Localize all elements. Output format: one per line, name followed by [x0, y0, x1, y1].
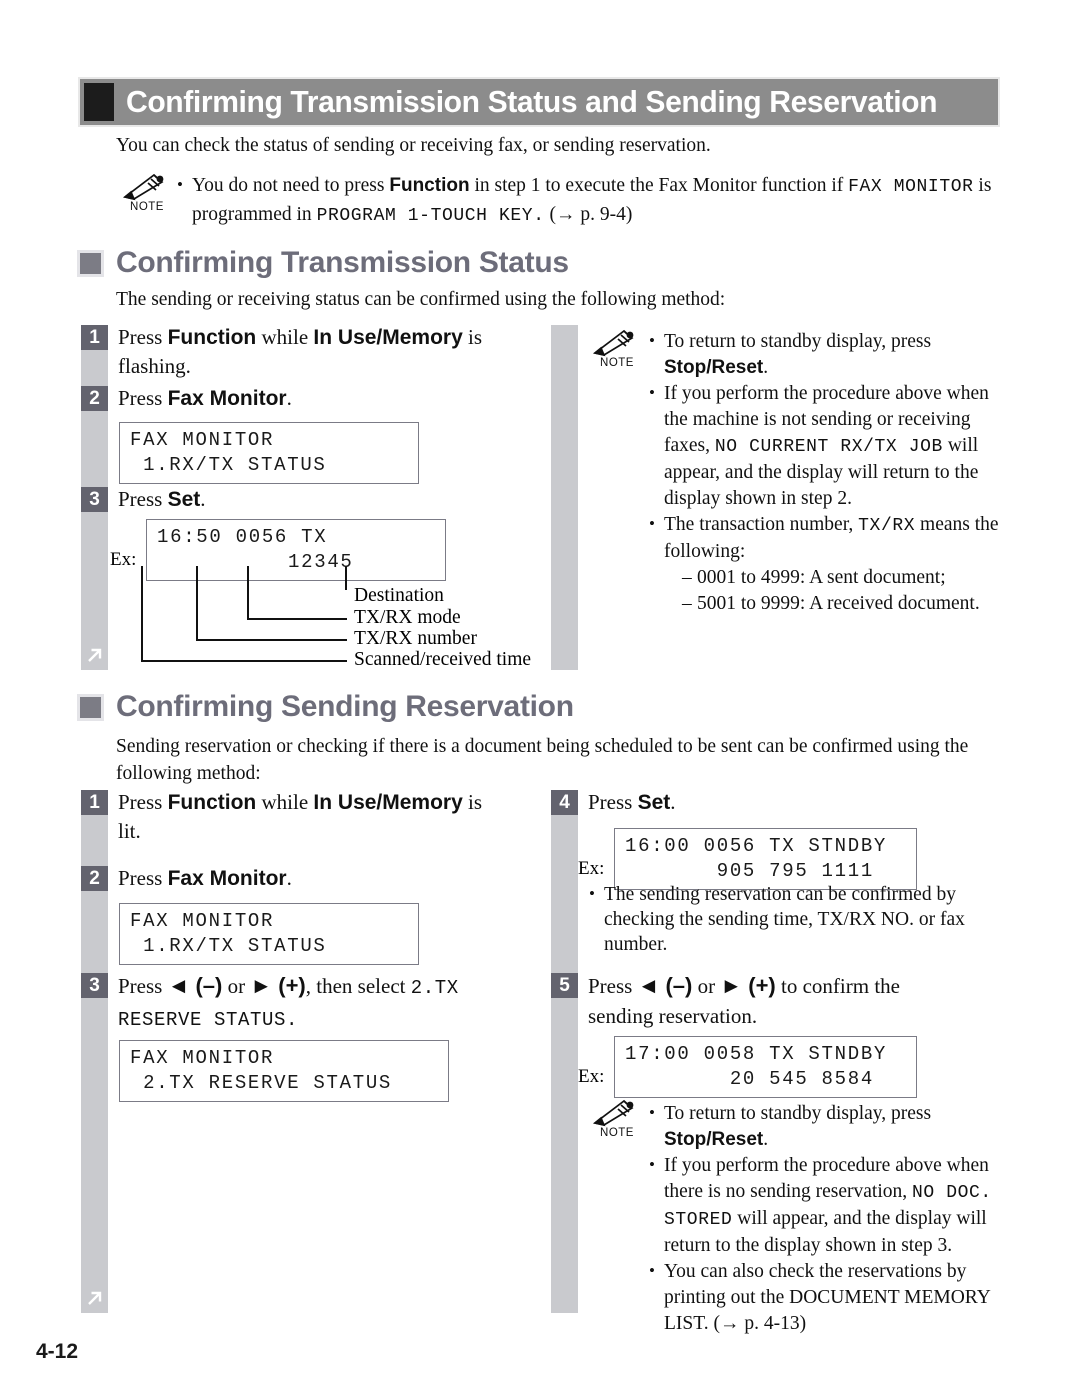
left-arrow-minus-key-label: ◄ (–)	[637, 973, 693, 998]
note-bullet: The sending reservation can be confirmed…	[588, 881, 988, 957]
note-label: NOTE	[600, 1127, 634, 1139]
section2-lead: Sending reservation or checking if there…	[116, 736, 969, 784]
callout-line-destination	[345, 566, 347, 590]
callout-label-txrx-mode: TX/RX mode	[354, 607, 461, 628]
note-bullet: If you perform the procedure above when …	[648, 380, 1023, 512]
example-label-2: Ex:	[578, 858, 605, 879]
left-arrow-minus-key-label: ◄ (–)	[167, 973, 223, 998]
step2b-text: Press Fax Monitor.	[118, 866, 292, 890]
page-number: 4-12	[36, 1340, 79, 1363]
stop-reset-key-label: Stop/Reset	[664, 357, 764, 378]
step-number-2b: 2	[81, 866, 108, 891]
section2-right-rail	[551, 790, 578, 1313]
callout-line-txrx-mode-v	[247, 566, 249, 619]
step-number-4: 4	[551, 790, 578, 815]
callout-line-scan-time-v	[141, 566, 143, 661]
manual-page: Confirming Transmission Status and Sendi…	[0, 0, 1080, 1388]
note-bullet: To return to standby display, press Stop…	[648, 328, 1023, 381]
step-number-5: 5	[551, 973, 578, 998]
callout-line-txrx-number-v	[196, 566, 198, 640]
square-marker-icon	[80, 696, 101, 718]
lcd-display-tx-reserve-status: FAX MONITOR 2.TX RESERVE STATUS	[119, 1040, 449, 1102]
section-heading-sending-reservation: Confirming Sending Reservation	[80, 690, 574, 724]
section2-continue-arrow	[81, 1284, 108, 1313]
in-use-memory-label: In Use/Memory	[313, 791, 463, 814]
lcd-display-fax-monitor-2: FAX MONITOR 1.RX/TX STATUS	[119, 903, 419, 965]
arrow-up-right-icon	[88, 1291, 102, 1305]
callout-line-scan-time-h	[141, 660, 347, 662]
callout-line-txrx-number-h	[196, 639, 347, 641]
callout-line-txrx-mode-h	[247, 618, 347, 620]
lcd-display-standby-example-2: 17:00 0058 TX STNDBY 20 545 8584	[614, 1036, 917, 1098]
callout-label-txrx-number: TX/RX number	[354, 628, 477, 649]
step-number-3b: 3	[81, 973, 108, 998]
note-bullet: The transaction number, TX/RX means the …	[648, 511, 1023, 617]
section1-right-rail	[551, 325, 578, 670]
step3b-text: Press ◄ (–) or ► (+), then select 2.TX R…	[118, 973, 459, 1031]
note-label: NOTE	[600, 357, 634, 369]
function-key-label: Function	[167, 791, 257, 814]
section1-note-body: To return to standby display, press Stop…	[648, 328, 1023, 617]
right-arrow-plus-key-label: ► (+)	[250, 973, 306, 998]
step-number-1b: 1	[81, 790, 108, 815]
note-icon-section2: NOTE	[590, 1098, 644, 1139]
set-key-label: Set	[637, 791, 671, 814]
callout-label-scan-time: Scanned/received time	[354, 649, 532, 670]
pencil-icon	[593, 329, 634, 357]
note-icon-section1: NOTE	[590, 328, 644, 369]
section2-note-body: To return to standby display, press Stop…	[648, 1100, 1028, 1337]
right-arrow-plus-key-label: ► (+)	[720, 973, 776, 998]
callout-label-destination: Destination	[354, 585, 444, 606]
section2-title: Confirming Sending Reservation	[116, 690, 574, 723]
step4-text: Press Set.	[588, 790, 676, 814]
note-bullet: You can also check the reservations by p…	[648, 1258, 1028, 1337]
note-subitem: 0001 to 4999: A sent document;	[682, 565, 1023, 591]
stop-reset-key-label: Stop/Reset	[664, 1129, 764, 1150]
note-subitem: 5001 to 9999: A received document.	[682, 591, 1023, 617]
note-bullet: If you perform the procedure above when …	[648, 1152, 1028, 1259]
step1b-text: Press Function while In Use/Memory is li…	[118, 790, 483, 843]
step5-text: Press ◄ (–) or ► (+) to confirm the send…	[588, 973, 900, 1028]
callout-diagram: Destination TX/RX mode TX/RX number Scan…	[0, 0, 560, 680]
pencil-icon	[593, 1099, 634, 1127]
lcd-display-standby-example-1: 16:00 0056 TX STNDBY 905 795 1111	[614, 828, 917, 890]
fax-monitor-key-label: Fax Monitor	[167, 867, 287, 890]
step4-bullet: The sending reservation can be confirmed…	[588, 881, 988, 957]
example-label-3: Ex:	[578, 1066, 605, 1087]
note-bullet: To return to standby display, press Stop…	[648, 1100, 1028, 1153]
